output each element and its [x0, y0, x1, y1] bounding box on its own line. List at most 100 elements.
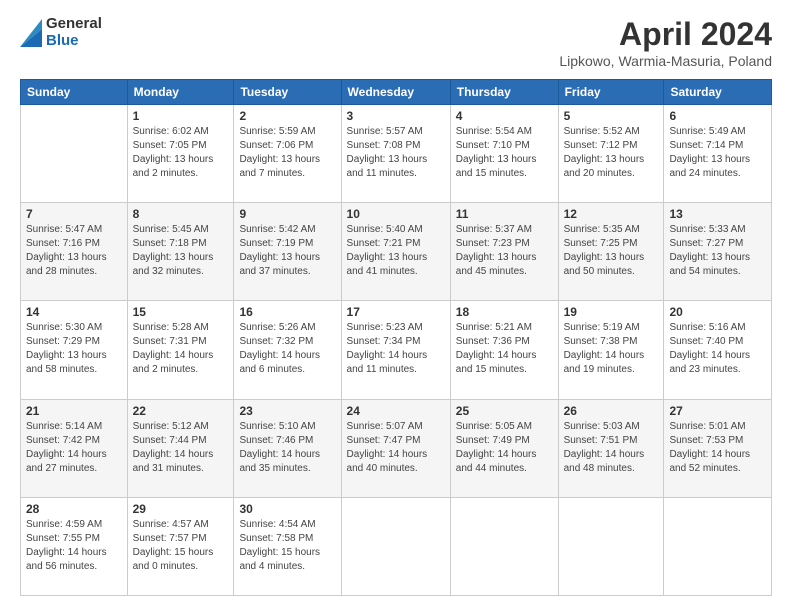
month-title: April 2024: [559, 16, 772, 53]
calendar-cell: 14 Sunrise: 5:30 AMSunset: 7:29 PMDayligh…: [21, 301, 128, 399]
day-info: Sunrise: 5:45 AMSunset: 7:18 PMDaylight:…: [133, 223, 229, 279]
calendar-cell: 21 Sunrise: 5:14 AMSunset: 7:42 PMDayligh…: [21, 399, 128, 497]
header-cell-friday: Friday: [558, 80, 664, 105]
day-info: Sunrise: 5:07 AMSunset: 7:47 PMDaylight:…: [347, 420, 445, 476]
page: General Blue April 2024 Lipkowo, Warmia-…: [0, 0, 792, 612]
day-info: Sunrise: 4:59 AMSunset: 7:55 PMDaylight:…: [26, 518, 122, 574]
day-number: 22: [133, 404, 229, 418]
day-number: 28: [26, 502, 122, 516]
header-cell-sunday: Sunday: [21, 80, 128, 105]
day-number: 21: [26, 404, 122, 418]
day-number: 12: [564, 207, 659, 221]
header-cell-saturday: Saturday: [664, 80, 772, 105]
calendar-cell: 10 Sunrise: 5:40 AMSunset: 7:21 PMDayligh…: [341, 203, 450, 301]
day-info: Sunrise: 5:30 AMSunset: 7:29 PMDaylight:…: [26, 321, 122, 377]
day-number: 26: [564, 404, 659, 418]
location: Lipkowo, Warmia-Masuria, Poland: [559, 53, 772, 69]
day-number: 1: [133, 109, 229, 123]
calendar-cell: 20Sunrise: 5:16 AMSunset: 7:40 PMDayligh…: [664, 301, 772, 399]
header-cell-tuesday: Tuesday: [234, 80, 341, 105]
week-row-2: 7 Sunrise: 5:47 AMSunset: 7:16 PMDaylight…: [21, 203, 772, 301]
calendar-cell: 16Sunrise: 5:26 AMSunset: 7:32 PMDayligh…: [234, 301, 341, 399]
header-cell-monday: Monday: [127, 80, 234, 105]
calendar-cell: [558, 497, 664, 595]
day-info: Sunrise: 5:19 AMSunset: 7:38 PMDaylight:…: [564, 321, 659, 377]
day-info: Sunrise: 5:35 AMSunset: 7:25 PMDaylight:…: [564, 223, 659, 279]
calendar-header: SundayMondayTuesdayWednesdayThursdayFrid…: [21, 80, 772, 105]
logo-blue-text: Blue: [46, 33, 102, 50]
day-number: 2: [239, 109, 335, 123]
calendar-cell: 22 Sunrise: 5:12 AMSunset: 7:44 PMDayligh…: [127, 399, 234, 497]
logo-text: General Blue: [46, 16, 102, 49]
header-cell-thursday: Thursday: [450, 80, 558, 105]
calendar-cell: 29Sunrise: 4:57 AMSunset: 7:57 PMDayligh…: [127, 497, 234, 595]
header-row: SundayMondayTuesdayWednesdayThursdayFrid…: [21, 80, 772, 105]
day-info: Sunrise: 5:57 AMSunset: 7:08 PMDaylight:…: [347, 125, 445, 181]
calendar-cell: 30 Sunrise: 4:54 AMSunset: 7:58 PMDayligh…: [234, 497, 341, 595]
day-info: Sunrise: 5:03 AMSunset: 7:51 PMDaylight:…: [564, 420, 659, 476]
day-info: Sunrise: 6:02 AMSunset: 7:05 PMDaylight:…: [133, 125, 229, 181]
calendar-cell: 19 Sunrise: 5:19 AMSunset: 7:38 PMDayligh…: [558, 301, 664, 399]
calendar-cell: [450, 497, 558, 595]
day-number: 17: [347, 305, 445, 319]
calendar-cell: 15Sunrise: 5:28 AMSunset: 7:31 PMDayligh…: [127, 301, 234, 399]
day-info: Sunrise: 5:52 AMSunset: 7:12 PMDaylight:…: [564, 125, 659, 181]
calendar-cell: 5Sunrise: 5:52 AMSunset: 7:12 PMDaylight…: [558, 105, 664, 203]
day-number: 7: [26, 207, 122, 221]
week-row-3: 14 Sunrise: 5:30 AMSunset: 7:29 PMDayligh…: [21, 301, 772, 399]
header-cell-wednesday: Wednesday: [341, 80, 450, 105]
day-number: 19: [564, 305, 659, 319]
week-row-1: 1 Sunrise: 6:02 AMSunset: 7:05 PMDaylight…: [21, 105, 772, 203]
day-info: Sunrise: 5:37 AMSunset: 7:23 PMDaylight:…: [456, 223, 553, 279]
logo: General Blue: [20, 16, 102, 49]
calendar-body: 1 Sunrise: 6:02 AMSunset: 7:05 PMDaylight…: [21, 105, 772, 596]
logo-icon: [20, 19, 42, 47]
day-info: Sunrise: 5:10 AMSunset: 7:46 PMDaylight:…: [239, 420, 335, 476]
day-info: Sunrise: 5:21 AMSunset: 7:36 PMDaylight:…: [456, 321, 553, 377]
calendar-cell: 11 Sunrise: 5:37 AMSunset: 7:23 PMDayligh…: [450, 203, 558, 301]
calendar-cell: [21, 105, 128, 203]
day-info: Sunrise: 5:14 AMSunset: 7:42 PMDaylight:…: [26, 420, 122, 476]
day-info: Sunrise: 5:33 AMSunset: 7:27 PMDaylight:…: [669, 223, 766, 279]
day-info: Sunrise: 5:54 AMSunset: 7:10 PMDaylight:…: [456, 125, 553, 181]
calendar-cell: 6 Sunrise: 5:49 AMSunset: 7:14 PMDaylight…: [664, 105, 772, 203]
day-info: Sunrise: 5:12 AMSunset: 7:44 PMDaylight:…: [133, 420, 229, 476]
day-info: Sunrise: 5:01 AMSunset: 7:53 PMDaylight:…: [669, 420, 766, 476]
calendar-cell: 13Sunrise: 5:33 AMSunset: 7:27 PMDayligh…: [664, 203, 772, 301]
week-row-5: 28 Sunrise: 4:59 AMSunset: 7:55 PMDayligh…: [21, 497, 772, 595]
day-info: Sunrise: 5:05 AMSunset: 7:49 PMDaylight:…: [456, 420, 553, 476]
day-number: 24: [347, 404, 445, 418]
calendar-cell: 27 Sunrise: 5:01 AMSunset: 7:53 PMDayligh…: [664, 399, 772, 497]
calendar-cell: 18 Sunrise: 5:21 AMSunset: 7:36 PMDayligh…: [450, 301, 558, 399]
calendar-cell: 8Sunrise: 5:45 AMSunset: 7:18 PMDaylight…: [127, 203, 234, 301]
day-number: 27: [669, 404, 766, 418]
day-number: 29: [133, 502, 229, 516]
day-number: 10: [347, 207, 445, 221]
calendar-cell: 24 Sunrise: 5:07 AMSunset: 7:47 PMDayligh…: [341, 399, 450, 497]
day-info: Sunrise: 5:59 AMSunset: 7:06 PMDaylight:…: [239, 125, 335, 181]
day-info: Sunrise: 5:40 AMSunset: 7:21 PMDaylight:…: [347, 223, 445, 279]
day-info: Sunrise: 5:28 AMSunset: 7:31 PMDaylight:…: [133, 321, 229, 377]
calendar-cell: 2 Sunrise: 5:59 AMSunset: 7:06 PMDaylight…: [234, 105, 341, 203]
day-info: Sunrise: 5:49 AMSunset: 7:14 PMDaylight:…: [669, 125, 766, 181]
calendar-cell: 12 Sunrise: 5:35 AMSunset: 7:25 PMDayligh…: [558, 203, 664, 301]
calendar-cell: 28 Sunrise: 4:59 AMSunset: 7:55 PMDayligh…: [21, 497, 128, 595]
day-number: 4: [456, 109, 553, 123]
title-block: April 2024 Lipkowo, Warmia-Masuria, Pola…: [559, 16, 772, 69]
day-number: 30: [239, 502, 335, 516]
day-info: Sunrise: 5:42 AMSunset: 7:19 PMDaylight:…: [239, 223, 335, 279]
logo-general-text: General: [46, 16, 102, 33]
calendar-table: SundayMondayTuesdayWednesdayThursdayFrid…: [20, 79, 772, 596]
day-number: 11: [456, 207, 553, 221]
calendar-cell: 26 Sunrise: 5:03 AMSunset: 7:51 PMDayligh…: [558, 399, 664, 497]
day-number: 25: [456, 404, 553, 418]
calendar-cell: 23Sunrise: 5:10 AMSunset: 7:46 PMDayligh…: [234, 399, 341, 497]
day-number: 20: [669, 305, 766, 319]
day-number: 3: [347, 109, 445, 123]
day-number: 6: [669, 109, 766, 123]
day-info: Sunrise: 4:54 AMSunset: 7:58 PMDaylight:…: [239, 518, 335, 574]
day-number: 18: [456, 305, 553, 319]
day-info: Sunrise: 5:47 AMSunset: 7:16 PMDaylight:…: [26, 223, 122, 279]
day-number: 14: [26, 305, 122, 319]
header: General Blue April 2024 Lipkowo, Warmia-…: [20, 16, 772, 69]
